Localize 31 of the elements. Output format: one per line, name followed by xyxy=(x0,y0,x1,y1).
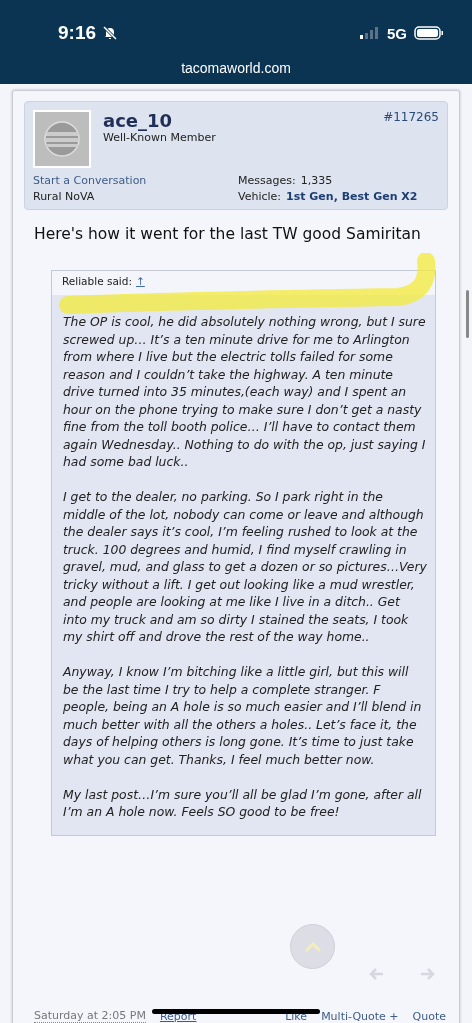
bell-muted-icon xyxy=(102,25,119,41)
member-role: Well-Known Member xyxy=(103,131,217,144)
stat-value: 1st Gen, Best Gen X2 xyxy=(286,190,418,203)
arrow-right-icon[interactable] xyxy=(420,967,436,981)
conversation-link[interactable]: Start a Conversation xyxy=(33,174,238,187)
stat-value: 1,335 xyxy=(300,174,333,187)
arrow-left-icon[interactable] xyxy=(368,967,384,981)
stat-label: Messages: xyxy=(238,174,296,187)
stat-label: Vehicle: xyxy=(238,190,282,203)
signal-icon xyxy=(360,27,380,39)
quote-paragraph: My last post…I’m sure you’ll all be glad I’m gone, after all I’m an A hole now. Feels SO good to be free! xyxy=(63,785,423,821)
address-url[interactable]: tacomaworld.com xyxy=(181,60,291,76)
quote-paragraph: I get to the dealer, no parking. So I park right in the middle of the lot, nobody can come or leave and although the dealer says it’s cool, I’m feeling rushed to look at the truck. 100 degrees and humid, I find myself crawling in gravel, mud, and glass to get a dozen or so pictures…Very tricky without a lift. I get out looking like a mud wrestler, and people are looking at me like I live in a ditch.. Get into my truck and am so dirty I stained the seats, I took my shirt off and drove the rest of the way home.. xyxy=(63,488,427,646)
post-number[interactable]: #117265 xyxy=(383,110,439,168)
quote-paragraph: Anyway, I know I’m bitching like a little girl, but this will be the last time I try to help a complete stranger. F people, being an A hole is so much easier and I’ll blend in much better with all the others a holes.. Let’s face it, the days of helping others is long gone. It’s time to just take what you can get. Thanks, I feel much better now. xyxy=(63,663,423,768)
chevron-up-icon xyxy=(304,941,321,952)
jump-link[interactable]: ↑ xyxy=(135,275,145,291)
quote-paragraph: The OP is cool, he did absolutely nothing wrong, but I sure screwed up… It’s a ten minute drive for me to Arlington from where I live but the electric tolls failed for some reason and I couldn’t take the highway. A ten minute drive turned into 35 minutes,(each way) and I spent an hour on the phone trying to make sure I don’t get a nasty fine from the toll booth police… I’ll have to contact them again Wednesday.. Nothing to do with the op, just saying I had some bad luck.. xyxy=(63,313,427,471)
multi-quote-link[interactable]: Multi-Quote + xyxy=(321,1010,399,1023)
post-date[interactable]: Saturday at 2:05 PM xyxy=(34,1009,146,1023)
clock-time: 9:16 xyxy=(58,22,97,44)
quote-link[interactable]: Quote xyxy=(412,1010,446,1023)
network-label: 5G xyxy=(387,24,407,42)
quote-attribution: Reliable said: xyxy=(62,275,132,289)
scrollbar-thumb xyxy=(466,290,469,338)
author-name[interactable]: ace_10 xyxy=(103,110,372,131)
author-location: Rural NoVA xyxy=(33,190,96,203)
battery-icon xyxy=(414,26,444,40)
placeholder-badge-icon xyxy=(43,120,81,158)
post-message: Here's how it went for the last TW good Samiritan xyxy=(34,224,422,245)
scroll-top-button[interactable] xyxy=(290,924,335,969)
